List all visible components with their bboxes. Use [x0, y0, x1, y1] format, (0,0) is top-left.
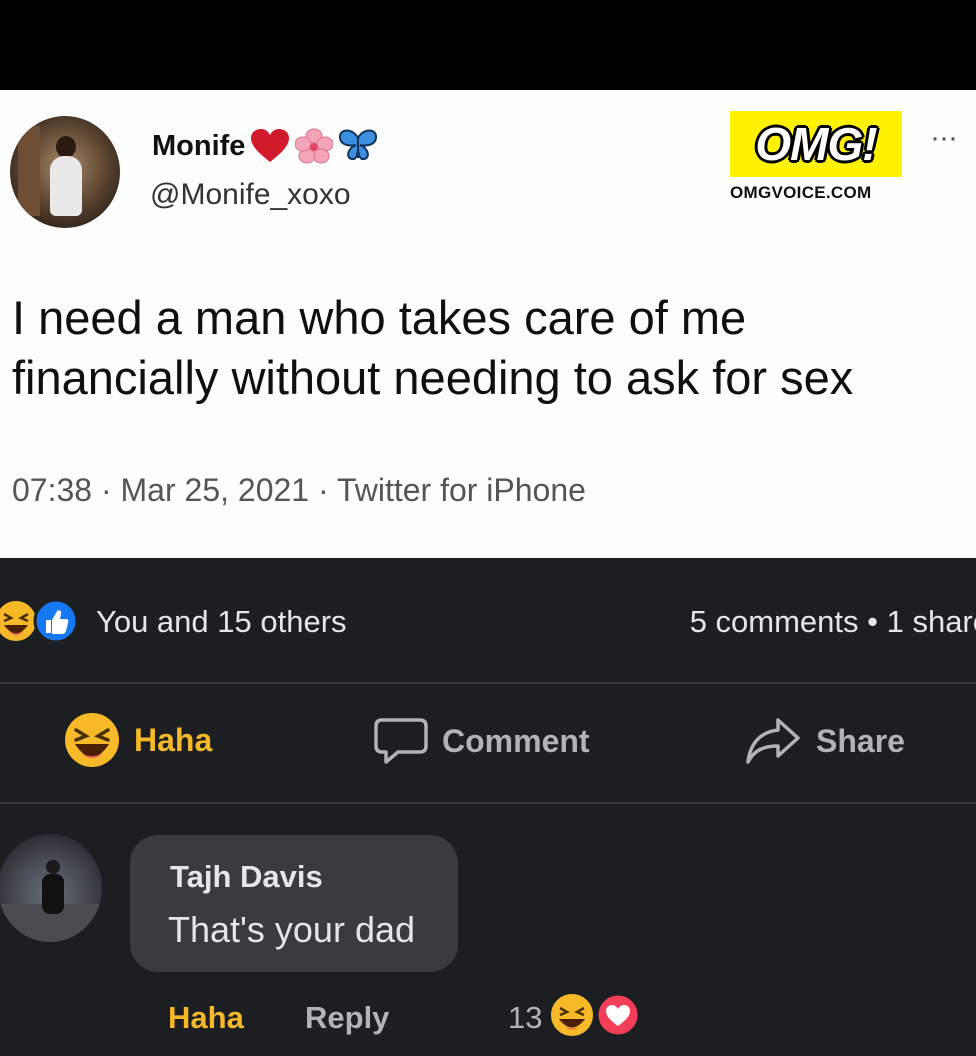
tweet-name-row: Monife — [152, 128, 379, 164]
haha-button-label: Haha — [134, 721, 213, 758]
tweet-meta: 07:38 · Mar 25, 2021 · Twitter for iPhon… — [12, 472, 586, 508]
comment-button[interactable]: Comment — [374, 716, 590, 766]
comment-bubble: Tajh Davis That's your dad — [130, 835, 458, 972]
top-black-bar — [0, 0, 976, 90]
share-arrow-icon — [746, 718, 800, 764]
comment-reaction-count[interactable]: 13 — [508, 1000, 542, 1036]
tweet-display-name[interactable]: Monife — [152, 130, 245, 163]
commenter-name[interactable]: Tajh Davis — [170, 859, 323, 895]
post-actions-row: Haha Comment Share — [0, 712, 976, 782]
haha-react-button[interactable]: Haha — [64, 712, 212, 768]
share-button-label: Share — [816, 722, 905, 759]
omg-logo-text: OMG! — [755, 118, 877, 170]
haha-emoji-icon — [65, 713, 119, 767]
comment-text: That's your dad — [168, 909, 416, 950]
comment-bubble-icon — [374, 718, 428, 764]
reactions-count-text[interactable]: You and 15 others — [96, 604, 347, 640]
butterfly-emoji-icon — [339, 129, 378, 161]
tweet-handle[interactable]: @Monife_xoxo — [150, 178, 351, 212]
more-options-icon[interactable]: ··· — [930, 123, 958, 153]
omg-logo-badge: OMG! — [730, 111, 902, 177]
share-button[interactable]: Share — [744, 716, 905, 766]
comments-shares-count[interactable]: 5 comments • 1 share — [690, 604, 976, 640]
heart-emoji-icon — [251, 129, 290, 162]
love-icon — [595, 992, 641, 1038]
reaction-icons[interactable] — [0, 598, 84, 644]
reaction-summary-row: You and 15 others 5 comments • 1 share — [0, 590, 976, 652]
commenter-avatar[interactable] — [0, 834, 102, 942]
comment-button-label: Comment — [442, 722, 590, 759]
haha-emoji-icon — [549, 992, 595, 1038]
haha-emoji-icon — [0, 599, 38, 643]
comment-reaction-icons[interactable] — [548, 990, 644, 1040]
tweet-text: I need a man who takes care of me financ… — [12, 291, 854, 404]
comment-actions-row: Haha Reply 13 — [0, 992, 976, 1046]
divider — [0, 802, 976, 804]
hibiscus-emoji-icon — [295, 128, 334, 164]
tweet-avatar[interactable] — [10, 116, 120, 228]
omg-site-label: OMGVOICE.COM — [730, 183, 872, 202]
like-icon — [33, 598, 79, 644]
divider — [0, 682, 976, 684]
comment-reply-button[interactable]: Reply — [305, 1000, 389, 1036]
comment-haha-button[interactable]: Haha — [168, 1000, 244, 1036]
